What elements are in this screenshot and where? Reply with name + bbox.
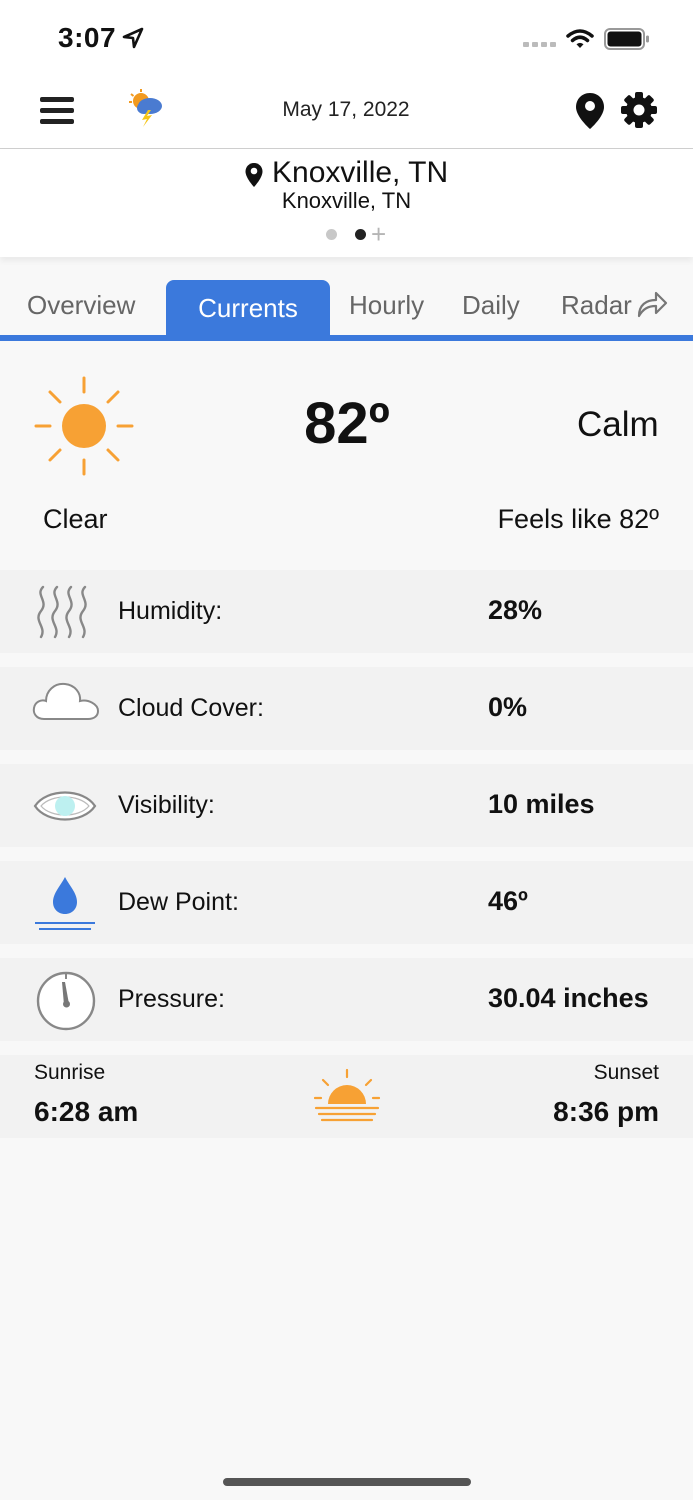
status-time: 3:07 (58, 22, 117, 53)
page-indicator-dot[interactable] (326, 229, 337, 240)
cloud-icon (32, 682, 100, 720)
add-location-button[interactable]: + (371, 220, 386, 248)
pressure-value: 30.04 inches (488, 983, 649, 1013)
tab-overview[interactable]: Overview (27, 290, 135, 321)
location-pin-icon[interactable] (574, 92, 606, 130)
dew-point-row: Dew Point: 46º (0, 861, 693, 944)
battery-icon (604, 28, 649, 50)
sunset-label: Sunset (593, 1061, 659, 1084)
tab-daily[interactable]: Daily (462, 290, 520, 321)
pressure-label: Pressure: (118, 985, 225, 1013)
visibility-value: 10 miles (488, 789, 595, 819)
app-logo-icon (129, 89, 162, 127)
visibility-label: Visibility: (118, 791, 215, 819)
humidity-label: Humidity: (118, 597, 223, 625)
page-indicator-dot-active[interactable] (355, 229, 366, 240)
sunset-icon (314, 1068, 380, 1122)
current-condition: Clear (43, 504, 108, 534)
location-pin-icon (245, 163, 263, 187)
tab-radar[interactable]: Radar (561, 290, 632, 321)
sunset-time: 8:36 pm (553, 1096, 659, 1127)
gauge-icon (36, 971, 96, 1031)
hamburger-menu-icon[interactable] (38, 94, 78, 130)
visibility-row: Visibility: 10 miles (0, 764, 693, 847)
home-indicator[interactable] (223, 1478, 471, 1486)
wind-status: Calm (577, 405, 659, 444)
cloud-cover-row: Cloud Cover: 0% (0, 667, 693, 750)
humidity-row: Humidity: 28% (0, 570, 693, 653)
dew-point-value: 46º (488, 886, 528, 916)
current-date: May 17, 2022 (282, 98, 410, 121)
sun-icon (34, 376, 134, 476)
humidity-value: 28% (488, 595, 543, 625)
wifi-icon (566, 29, 594, 48)
dew-point-label: Dew Point: (118, 888, 239, 916)
pressure-row: Pressure: 30.04 inches (0, 958, 693, 1041)
location-name[interactable]: Knoxville, TN (272, 156, 448, 190)
water-drop-icon (35, 877, 95, 930)
current-temperature: 82º (304, 391, 390, 456)
eye-icon (33, 791, 97, 821)
humidity-icon (37, 585, 87, 639)
cellular-signal-icon (523, 42, 556, 47)
tab-hourly[interactable]: Hourly (349, 290, 424, 321)
tab-bar: Overview Currents Hourly Daily Radar (0, 268, 693, 336)
sunrise-time: 6:28 am (34, 1096, 139, 1127)
tab-currents[interactable]: Currents (166, 280, 330, 336)
location-subtitle: Knoxville, TN (281, 188, 412, 213)
cloud-cover-label: Cloud Cover: (118, 694, 264, 722)
location-arrow-icon (122, 27, 144, 49)
gear-icon[interactable] (620, 91, 658, 129)
feels-like: Feels like 82º (497, 504, 659, 534)
share-icon[interactable] (636, 290, 668, 318)
cloud-cover-value: 0% (488, 692, 528, 722)
sunrise-label: Sunrise (34, 1061, 106, 1084)
tab-underline (0, 335, 693, 341)
